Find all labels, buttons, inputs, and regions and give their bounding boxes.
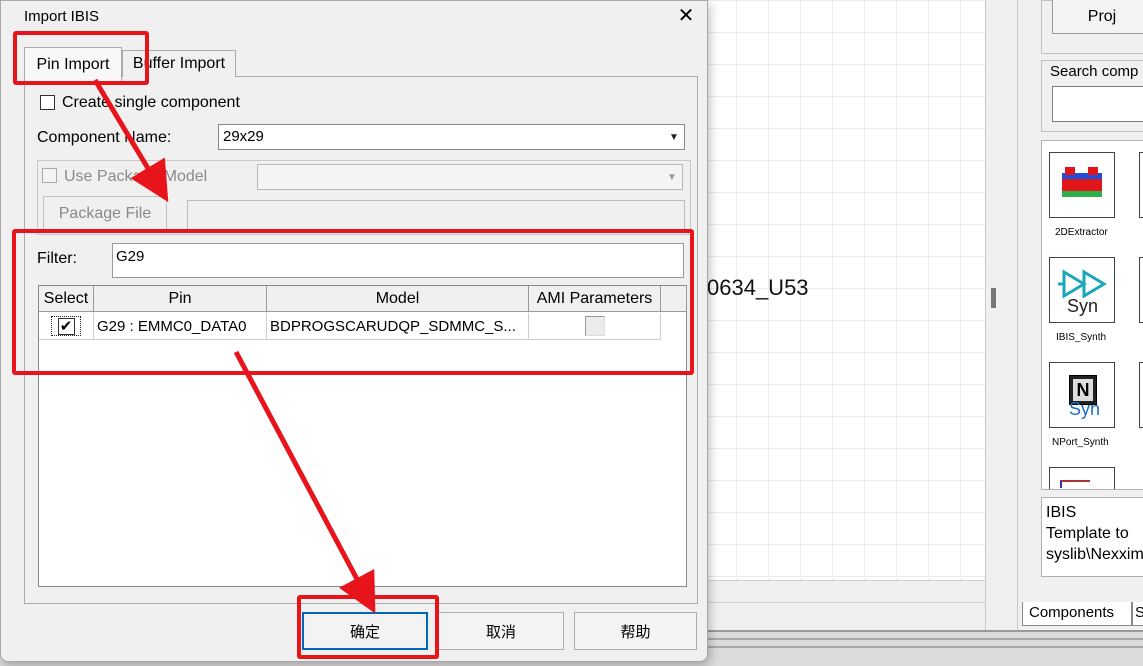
annotation-arrow-1: [92, 78, 169, 203]
annotation-arrows: [92, 78, 376, 614]
annotation-arrow-2: [233, 350, 376, 614]
